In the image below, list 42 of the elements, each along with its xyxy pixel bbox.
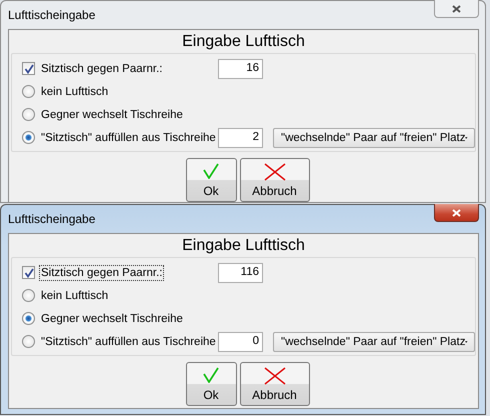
- checkmark-icon: [203, 367, 219, 383]
- checkbox[interactable]: [22, 266, 35, 279]
- checkmark-icon: [203, 163, 219, 179]
- radio-button[interactable]: [22, 131, 35, 144]
- check-icon: [24, 268, 34, 278]
- close-button[interactable]: [434, 204, 479, 222]
- radio-label: kein Lufttisch: [40, 288, 110, 304]
- radio-label: Gegner wechselt Tischreihe: [40, 312, 184, 326]
- radio-label: "Sitztisch" auffüllen aus Tischreihe: [40, 130, 217, 146]
- dropdown[interactable]: "wechselnde" Paar auf "freien" Platz: [273, 332, 475, 352]
- checkbox-label: Sitztisch gegen Paarnr.:: [39, 264, 164, 280]
- window-title: Lufttischeingabe: [8, 212, 96, 226]
- checkbox-label: Sitztisch gegen Paarnr.:: [40, 62, 164, 76]
- number-field[interactable]: 0: [218, 332, 263, 352]
- radio-label: kein Lufttisch: [40, 84, 110, 100]
- number-field[interactable]: 2: [218, 128, 263, 148]
- window-title: Lufttischeingabe: [8, 8, 96, 22]
- radio-button[interactable]: [22, 85, 35, 98]
- close-button[interactable]: [434, 0, 479, 18]
- check-icon: [24, 64, 34, 74]
- number-field[interactable]: 16: [218, 58, 263, 78]
- dialog-heading: Eingabe Lufttisch: [181, 32, 306, 52]
- checkbox[interactable]: [22, 62, 35, 75]
- dialog-heading: Eingabe Lufttisch: [181, 236, 306, 256]
- radio-button[interactable]: [22, 289, 35, 302]
- dropdown-arrow-icon: [465, 136, 468, 140]
- cancel-button[interactable]: Abbruch: [240, 362, 310, 406]
- ok-button[interactable]: Ok: [186, 158, 236, 202]
- dropdown-arrow-icon: [465, 340, 468, 344]
- cross-icon: [264, 163, 286, 181]
- dropdown[interactable]: "wechselnde" Paar auf "freien" Platz: [273, 128, 475, 148]
- ok-button[interactable]: Ok: [186, 362, 236, 406]
- close-icon: [452, 4, 461, 12]
- radio-button[interactable]: [22, 108, 35, 121]
- cross-icon: [264, 367, 286, 385]
- radio-label: "Sitztisch" auffüllen aus Tischreihe: [40, 334, 217, 350]
- number-field[interactable]: 116: [218, 262, 263, 282]
- radio-button[interactable]: [22, 335, 35, 348]
- cancel-button[interactable]: Abbruch: [240, 158, 310, 202]
- radio-button[interactable]: [22, 312, 35, 325]
- radio-label: Gegner wechselt Tischreihe: [40, 108, 184, 122]
- close-icon: [452, 208, 461, 216]
